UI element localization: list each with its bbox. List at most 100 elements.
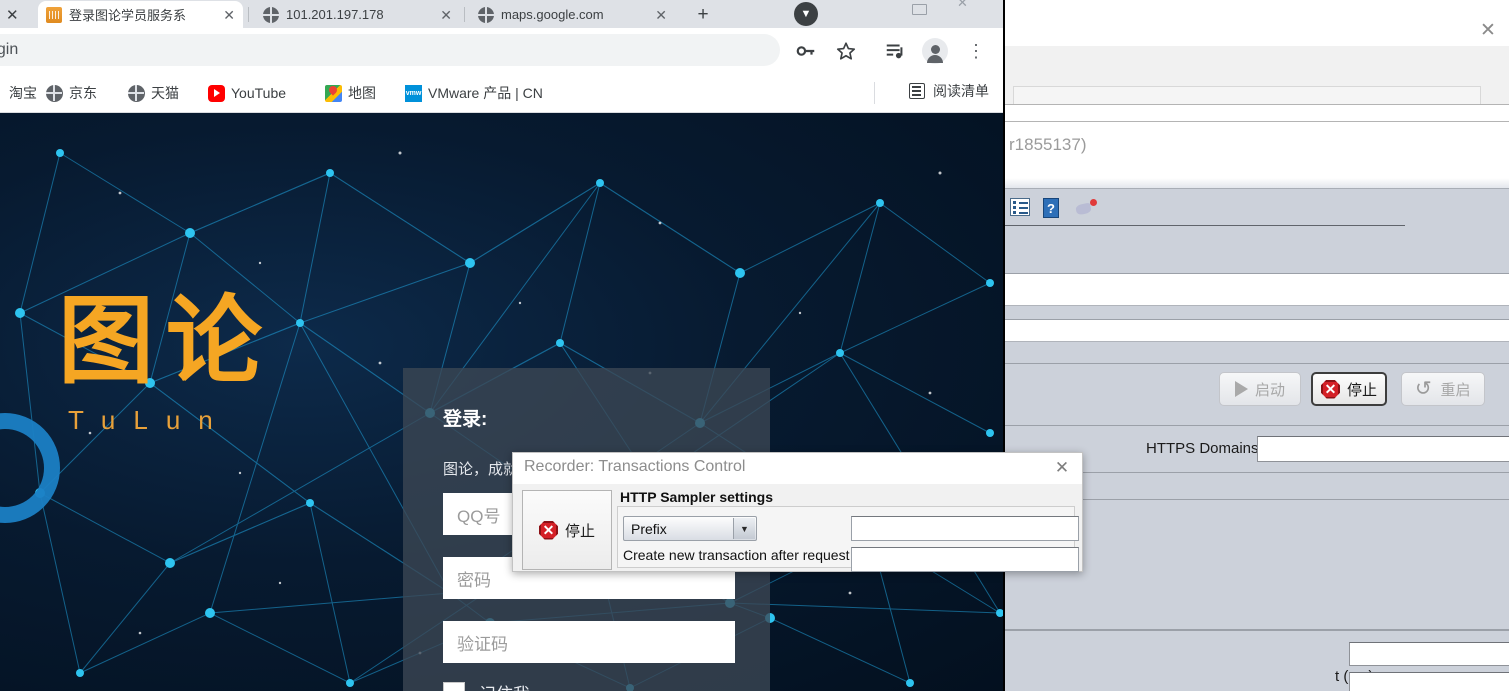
bookmark-maps[interactable]: 地图 [325, 81, 376, 105]
bookmark-star-icon[interactable] [833, 38, 859, 64]
prefix-select-value: Prefix [631, 520, 667, 537]
taobao-icon [0, 85, 3, 102]
create-transaction-label: Create new transaction after request (ms… [623, 547, 886, 563]
globe-icon [128, 84, 145, 102]
tab-divider [248, 7, 249, 22]
bookmark-tmall[interactable]: 天猫 [128, 81, 179, 105]
login-page: 图论 TuLun thon 登录: 图论，成就你的高薪梦想 QQ号 密码 验证码 [0, 113, 1003, 691]
globe-icon [478, 6, 494, 23]
captcha-input-placeholder: 验证码 [457, 634, 508, 654]
restart-icon [1415, 381, 1433, 397]
jmeter-run-controls: 启动 ✕ 停止 重启 [1005, 364, 1509, 426]
tulun-favicon [46, 6, 62, 23]
screen: ✕ r1855137) ? 启动 ✕ 停止 ↻ 重启 HTTPS Domains… [0, 0, 1509, 691]
bookmarks-divider [874, 82, 875, 104]
jmeter-panel-row-2 [1005, 274, 1509, 306]
media-control-icon[interactable] [882, 38, 908, 64]
chrome-browser-window: ✕ 登录图论学员服务系 ✕ 101.201.197.178 ✕ maps.goo… [0, 0, 1003, 691]
stop-button[interactable]: ✕ 停止 [1311, 372, 1387, 406]
bookmark-label: 天猫 [151, 85, 179, 101]
jmeter-bottom-row: t (ms): [1005, 630, 1509, 691]
key-icon-glyph [796, 46, 815, 56]
log-viewer-icon[interactable] [1010, 198, 1032, 220]
star-icon-glyph [836, 42, 856, 60]
jmeter-panel-row-1 [1005, 226, 1509, 274]
tab-title: 登录图论学员服务系 [69, 8, 187, 23]
new-tab-button[interactable]: + [690, 4, 716, 26]
tab-divider [464, 7, 465, 22]
recorder-stop-label: 停止 [564, 522, 595, 540]
start-button[interactable]: 启动 [1219, 372, 1301, 406]
browser-toolbar: ogin [0, 28, 1003, 73]
tab-ip-host[interactable]: 101.201.197.178 ✕ [255, 1, 460, 28]
brand-logo: 图论 TuLun [58, 293, 274, 436]
stop-octagon-icon: ✕ [538, 520, 558, 540]
http-sampler-settings-title: HTTP Sampler settings [617, 489, 777, 505]
qq-input-placeholder: QQ号 [457, 506, 501, 526]
youtube-icon [208, 84, 225, 102]
tab-close-icon-partial[interactable]: ✕ [6, 6, 19, 24]
start-button-label: 启动 [1254, 381, 1285, 399]
close-icon[interactable]: ✕ [1052, 458, 1072, 478]
profile-avatar-icon[interactable] [922, 38, 948, 64]
bookmark-youtube[interactable]: YouTube [208, 81, 286, 105]
create-transaction-input[interactable] [851, 547, 1079, 572]
reading-list-button[interactable]: 阅读清单 [909, 81, 989, 101]
chrome-menu-icon[interactable]: ⋮ [963, 38, 989, 64]
restart-button[interactable]: 重启 [1401, 372, 1485, 406]
recorder-dialog-body: ✕ 停止 HTTP Sampler settings Prefix ▼ Crea… [513, 484, 1082, 572]
prefix-value-input[interactable] [851, 516, 1079, 541]
jmeter-bottom-input-2[interactable] [1349, 672, 1509, 691]
bug-report-icon[interactable] [1075, 198, 1097, 220]
address-bar-text: ogin [0, 41, 19, 58]
vmware-icon: vmw [405, 84, 422, 102]
tab-tulun-login[interactable]: 登录图论学员服务系 ✕ [38, 1, 243, 28]
jmeter-divider-strip [1005, 104, 1509, 122]
help-icon-glyph: ? [1043, 198, 1059, 218]
jmeter-version-row: r1855137) [1005, 122, 1509, 178]
globe-icon [263, 6, 279, 23]
download-icon[interactable]: ▼ [794, 2, 818, 26]
stop-button-label: 停止 [1346, 381, 1377, 399]
avatar [922, 38, 948, 64]
bookmark-taobao[interactable]: 淘宝 [0, 81, 37, 105]
https-domains-input[interactable] [1257, 436, 1509, 462]
restart-button-label: 重启 [1440, 381, 1471, 399]
https-domains-label: HTTPS Domains: [1146, 440, 1263, 457]
jmeter-gradient-divider [1005, 178, 1509, 188]
tab-strip: ✕ 登录图论学员服务系 ✕ 101.201.197.178 ✕ maps.goo… [0, 0, 1003, 28]
close-icon[interactable]: ✕ [650, 8, 667, 22]
bookmark-jd[interactable]: 京东 [46, 81, 97, 105]
bookmark-label: 地图 [348, 85, 376, 101]
remember-me-row[interactable]: 记住我 [443, 680, 530, 691]
key-icon[interactable] [793, 38, 819, 64]
close-icon[interactable]: ✕ [435, 8, 452, 22]
captcha-input[interactable]: 验证码 [443, 621, 735, 663]
prefix-select[interactable]: Prefix ▼ [623, 516, 757, 541]
reading-list-icon [909, 83, 925, 99]
close-icon[interactable]: ✕ [218, 8, 235, 22]
recorder-transactions-control-dialog: Recorder: Transactions Control ✕ ✕ 停止 HT… [512, 452, 1083, 572]
tab-maps-google[interactable]: maps.google.com ✕ [470, 1, 675, 28]
jmeter-panel-row-3 [1005, 306, 1509, 320]
recorder-title-bar: Recorder: Transactions Control ✕ [513, 453, 1082, 484]
jmeter-panel-row-4 [1005, 320, 1509, 342]
jmeter-bottom-divider [1005, 630, 1509, 631]
bookmark-label: 京东 [69, 85, 97, 101]
jmeter-panel-row-5 [1005, 342, 1509, 364]
play-icon [1234, 381, 1248, 397]
remember-me-checkbox[interactable] [443, 681, 465, 691]
remember-me-label: 记住我 [479, 680, 530, 691]
recorder-stop-button[interactable]: ✕ 停止 [522, 490, 612, 570]
jmeter-dialog-top: ✕ [1005, 0, 1509, 120]
chevron-down-icon[interactable]: ▼ [733, 518, 755, 539]
jmeter-dialog-close-icon[interactable]: ✕ [1479, 21, 1497, 40]
bookmark-label: 淘宝 [9, 85, 37, 101]
password-input-placeholder: 密码 [457, 570, 491, 590]
reading-list-label: 阅读清单 [933, 83, 989, 99]
address-bar[interactable]: ogin [0, 34, 780, 66]
jmeter-version-text: r1855137) [1009, 135, 1087, 154]
help-icon[interactable]: ? [1043, 198, 1065, 220]
jmeter-bottom-input-1[interactable] [1349, 642, 1509, 666]
bookmark-vmware[interactable]: vmw VMware 产品 | CN [405, 81, 543, 105]
